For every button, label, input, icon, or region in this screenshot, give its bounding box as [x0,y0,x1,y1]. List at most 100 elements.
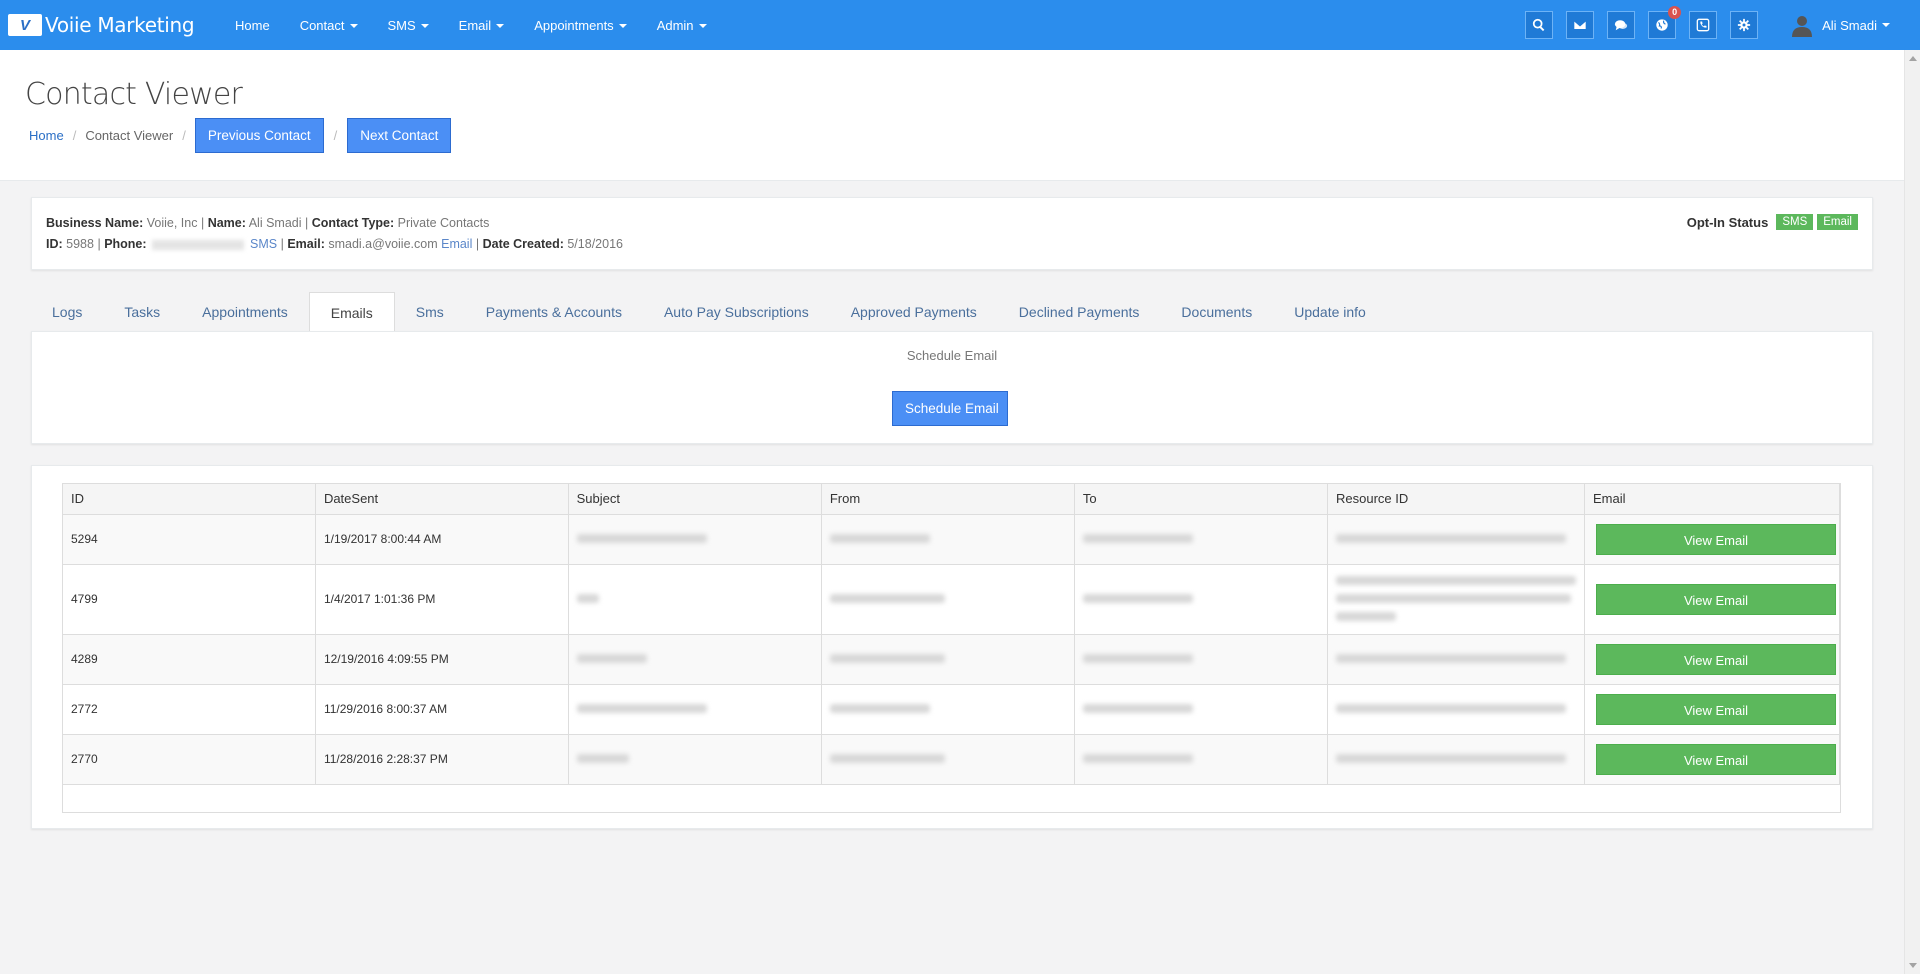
email-id-cell: 4289 [63,634,316,685]
redacted-text [1335,594,1571,603]
name-label: Name: [207,216,246,230]
brand[interactable]: V Voiie Marketing [8,13,220,37]
email-action-cell: View Email [1584,634,1841,685]
date-sent-cell: 11/28/2016 2:28:37 PM [315,734,569,785]
column-header[interactable]: Subject [568,484,822,515]
table-row: 2772 11/29/2016 8:00:37 AM View Email [63,684,1841,735]
tab-sms[interactable]: Sms [395,292,465,332]
breadcrumb: Home / Contact Viewer / Previous Contact… [29,118,452,153]
redacted-text [1082,534,1193,543]
previous-contact-button[interactable]: Previous Contact [194,118,324,153]
redacted-text [1335,754,1566,763]
tab-documents[interactable]: Documents [1160,292,1273,332]
to-cell-redacted [1074,514,1328,565]
tab-auto-pay-subscriptions[interactable]: Auto Pay Subscriptions [643,292,830,332]
chevron-down-icon [496,24,505,29]
breadcrumb-current: Contact Viewer [85,128,174,143]
to-cell-redacted [1074,634,1328,685]
tab-appointments[interactable]: Appointments [181,292,309,332]
table-row: 5294 1/19/2017 8:00:44 AM View Email [63,514,1841,565]
redacted-text [1082,654,1193,663]
contact-info-line-1: Business Name: Voiie, Inc | Name: Ali Sm… [46,216,489,230]
tab-declined-payments[interactable]: Declined Payments [998,292,1161,332]
tab-payments-accounts[interactable]: Payments & Accounts [465,292,643,332]
view-email-button[interactable]: View Email [1595,743,1836,775]
tab-emails[interactable]: Emails [308,292,395,332]
breadcrumb-home-link[interactable]: Home [29,128,64,143]
column-header[interactable]: Email [1584,484,1841,515]
redacted-text [576,594,599,603]
nav-item-sms[interactable]: SMS [388,18,429,33]
from-cell-redacted [821,684,1075,735]
chat-icon[interactable] [1607,11,1636,39]
nav-item-home[interactable]: Home [235,18,270,33]
redacted-text [1335,654,1566,663]
main-menu: Home Contact SMS Email Appointments Admin [220,18,722,33]
email-value: smadi.a@voiie.com [328,237,438,251]
nav-item-admin[interactable]: Admin [657,18,707,33]
optin-sms-badge: SMS [1776,214,1814,230]
column-header[interactable]: ID [63,484,316,515]
user-name: Ali Smadi [1822,17,1877,33]
envelope-icon[interactable] [1566,11,1595,39]
view-email-button[interactable]: View Email [1595,643,1836,675]
breadcrumb-separator: / [333,128,338,143]
redacted-text [829,704,930,713]
redacted-text [576,534,707,543]
business-name-value: Voiie, Inc [146,216,198,230]
subject-cell-redacted [568,734,822,785]
column-header[interactable]: From [821,484,1075,515]
schedule-email-button[interactable]: Schedule Email [892,391,1008,426]
view-email-button[interactable]: View Email [1595,523,1836,555]
tab-logs[interactable]: Logs [31,292,103,332]
view-email-button[interactable]: View Email [1595,583,1836,615]
tab-tasks[interactable]: Tasks [103,292,181,332]
nav-item-email[interactable]: Email [459,18,505,33]
email-id-cell: 5294 [63,514,316,565]
schedule-email-heading: Schedule Email [906,348,998,363]
emails-tab-panel: Schedule Email Schedule Email [31,331,1873,444]
resource-id-cell-redacted [1327,734,1585,785]
nav-item-appointments[interactable]: Appointments [534,18,627,33]
email-link[interactable]: Email [441,237,472,251]
redacted-text [576,754,629,763]
table-header-row: ID DateSent Subject From To Resource ID Email [63,484,1841,515]
page-scrollbar[interactable] [1904,50,1920,974]
column-header[interactable]: Resource ID [1327,484,1585,515]
phone-sms-link[interactable]: SMS [250,237,277,251]
column-header[interactable]: DateSent [315,484,569,515]
breadcrumb-separator: / [72,128,77,143]
email-action-cell: View Email [1584,564,1841,635]
info-divider: | [475,237,480,251]
redacted-text [829,534,930,543]
redacted-text [1335,704,1566,713]
from-cell-redacted [821,734,1075,785]
globe-icon[interactable]: 0 [1648,6,1682,39]
nav-item-label: Appointments [534,17,614,33]
gear-icon[interactable] [1730,11,1759,39]
from-cell-redacted [821,564,1075,635]
view-email-button[interactable]: View Email [1595,693,1836,725]
user-menu[interactable]: Ali Smadi [1790,13,1890,37]
nav-item-contact[interactable]: Contact [300,18,358,33]
chevron-down-icon [1882,23,1890,27]
subject-cell-redacted [568,634,822,685]
phone-icon[interactable] [1689,11,1718,39]
redacted-text [1335,612,1396,621]
scroll-down-icon[interactable] [1909,963,1917,968]
next-contact-button[interactable]: Next Contact [347,118,452,153]
tab-approved-payments[interactable]: Approved Payments [830,292,998,332]
column-header[interactable]: To [1074,484,1328,515]
tab-update-info[interactable]: Update info [1273,292,1387,332]
redacted-text [829,594,945,603]
info-divider: | [200,216,205,230]
chevron-down-icon [618,24,627,29]
business-name-label: Business Name: [46,216,144,230]
to-cell-redacted [1074,564,1328,635]
breadcrumb-separator: / [182,128,186,143]
scroll-up-icon[interactable] [1909,56,1917,61]
subject-cell-redacted [568,684,822,735]
email-action-cell: View Email [1584,514,1841,565]
search-icon[interactable] [1525,11,1554,39]
table-body: 5294 1/19/2017 8:00:44 AM View Email 4799 1/… [63,514,1841,785]
